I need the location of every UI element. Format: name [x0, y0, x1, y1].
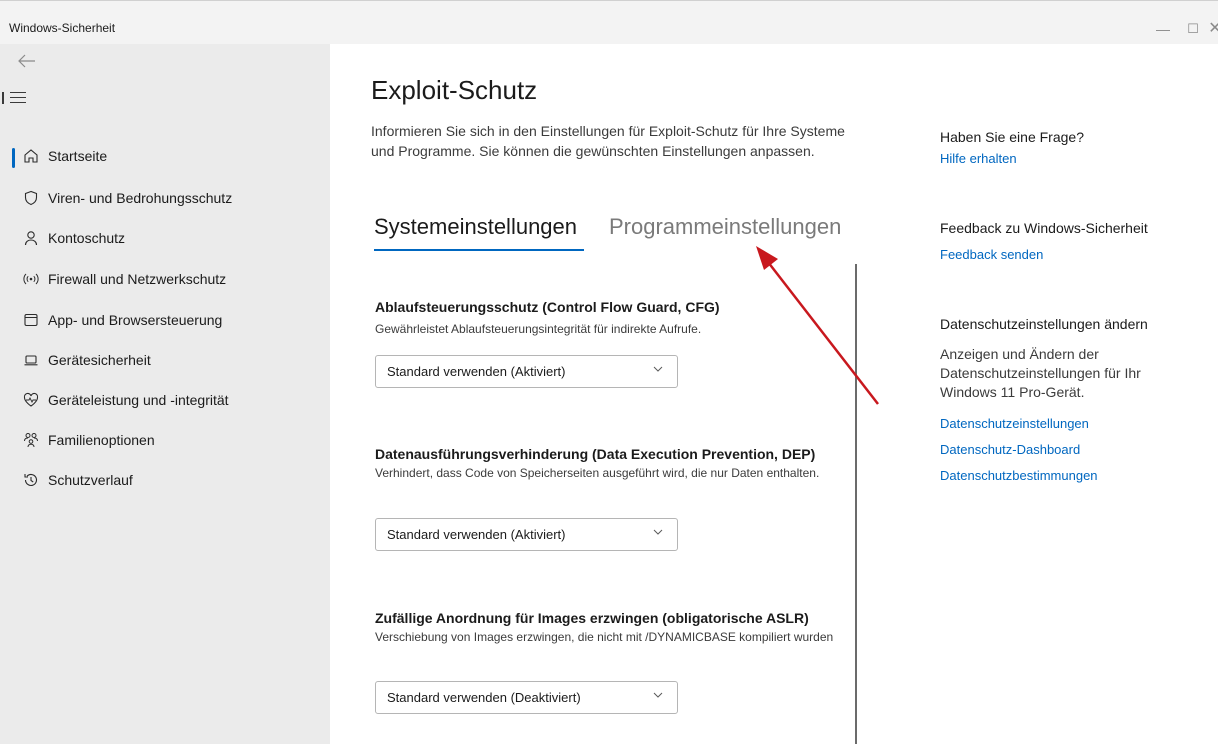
sidebar-item-viren[interactable]: Viren- und Bedrohungsschutz [0, 182, 330, 214]
sidebar-item-label: Familienoptionen [48, 432, 155, 448]
family-icon [22, 431, 40, 449]
privacy-heading: Datenschutzeinstellungen ändern [940, 316, 1148, 332]
feedback-link[interactable]: Feedback senden [940, 247, 1043, 262]
heart-pulse-icon [22, 391, 40, 409]
dropdown-dep[interactable]: Standard verwenden (Aktiviert) [375, 518, 678, 551]
sidebar-item-app-browser[interactable]: App- und Browsersteuerung [0, 304, 330, 336]
scrollbar[interactable] [855, 264, 857, 744]
sidebar-item-startseite[interactable]: Startseite [0, 140, 330, 172]
sidebar-item-geraeteleistung[interactable]: Geräteleistung und -integrität [0, 384, 330, 416]
browser-window-icon [22, 311, 40, 329]
setting-desc-cfg: Gewährleistet Ablaufsteuerungsintegrität… [375, 322, 702, 336]
chevron-down-icon [653, 366, 663, 372]
privacy-dashboard-link[interactable]: Datenschutz-Dashboard [940, 442, 1080, 457]
setting-title-cfg: Ablaufsteuerungsschutz (Control Flow Gua… [375, 299, 720, 315]
privacy-settings-link[interactable]: Datenschutzeinstellungen [940, 416, 1089, 431]
window-title: Windows-Sicherheit [9, 21, 116, 35]
sidebar-item-label: Startseite [48, 148, 108, 164]
hamburger-icon[interactable] [2, 92, 26, 106]
dropdown-aslr[interactable]: Standard verwenden (Deaktiviert) [375, 681, 678, 714]
setting-desc-dep: Verhindert, dass Code von Speicherseiten… [375, 466, 820, 480]
sidebar-item-firewall[interactable]: Firewall und Netzwerkschutz [0, 263, 330, 295]
sidebar-item-label: Firewall und Netzwerkschutz [48, 271, 227, 287]
sidebar-item-label: Viren- und Bedrohungsschutz [48, 190, 233, 206]
dropdown-value: Standard verwenden (Aktiviert) [387, 364, 566, 379]
sidebar-item-schutzverlauf[interactable]: Schutzverlauf [0, 464, 330, 496]
sidebar-item-kontoschutz[interactable]: Kontoschutz [0, 222, 330, 254]
page-intro: Informieren Sie sich in den Einstellunge… [371, 123, 845, 159]
wifi-antenna-icon [22, 270, 40, 288]
chevron-down-icon [653, 692, 663, 698]
dropdown-value: Standard verwenden (Aktiviert) [387, 527, 566, 542]
sidebar-item-label: Kontoschutz [48, 230, 126, 246]
privacy-statement-link[interactable]: Datenschutzbestimmungen [940, 468, 1098, 483]
active-tab-underline [374, 249, 584, 251]
dropdown-cfg[interactable]: Standard verwenden (Aktiviert) [375, 355, 678, 388]
help-link[interactable]: Hilfe erhalten [940, 151, 1017, 166]
tab-systemeinstellungen[interactable]: Systemeinstellungen [374, 214, 577, 240]
page-title: Exploit-Schutz [371, 75, 538, 105]
back-arrow-icon[interactable] [18, 52, 36, 73]
setting-title-aslr: Zufällige Anordnung für Images erzwingen… [375, 610, 809, 626]
selection-indicator [12, 148, 15, 168]
sidebar-item-label: Geräteleistung und -integrität [48, 392, 229, 408]
setting-desc-aslr: Verschiebung von Images erzwingen, die n… [375, 630, 834, 644]
laptop-icon [22, 351, 40, 369]
chevron-down-icon [653, 529, 663, 535]
shield-icon [22, 189, 40, 207]
person-icon [22, 229, 40, 247]
privacy-text: Anzeigen und Ändern der Datenschutzeinst… [940, 346, 1141, 400]
setting-title-dep: Datenausführungsverhinderung (Data Execu… [375, 446, 816, 462]
history-icon [22, 471, 40, 489]
sidebar-item-label: Schutzverlauf [48, 472, 133, 488]
sidebar-item-familienoptionen[interactable]: Familienoptionen [0, 424, 330, 456]
question-heading: Haben Sie eine Frage? [940, 129, 1084, 145]
tab-programmeinstellungen[interactable]: Programmeinstellungen [609, 214, 841, 240]
sidebar-item-label: App- und Browsersteuerung [48, 312, 223, 328]
feedback-heading: Feedback zu Windows-Sicherheit [940, 220, 1148, 236]
close-button[interactable]: ✕ [1200, 19, 1218, 39]
title-bar: Windows-Sicherheit — ☐ ✕ [0, 0, 1218, 44]
dropdown-value: Standard verwenden (Deaktiviert) [387, 690, 581, 705]
sidebar-item-label: Gerätesicherheit [48, 352, 151, 368]
home-icon [22, 147, 40, 165]
sidebar-item-geraetesicherheit[interactable]: Gerätesicherheit [0, 344, 330, 376]
minimize-button[interactable]: — [1148, 19, 1178, 39]
